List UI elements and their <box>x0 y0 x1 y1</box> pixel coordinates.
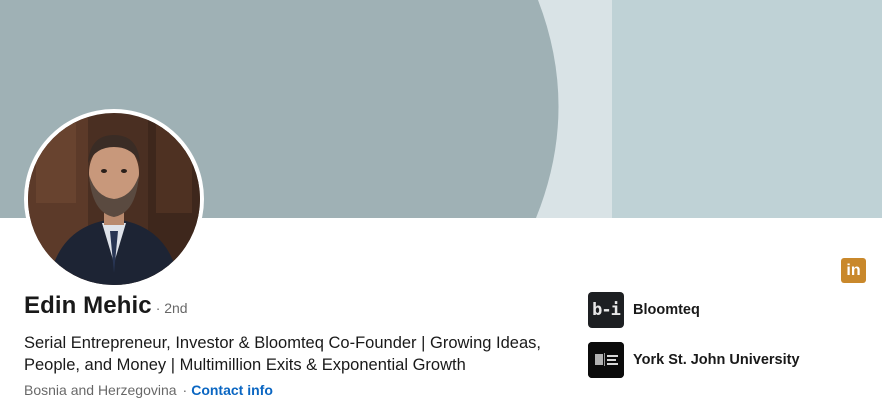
connection-degree: · 2nd <box>155 300 188 316</box>
separator-dot: · <box>182 382 188 398</box>
avatar <box>28 113 200 285</box>
name-row: Edin Mehic · 2nd <box>24 292 188 320</box>
contact-info-link[interactable]: Contact info <box>191 382 273 398</box>
org-bloomteq[interactable]: b-i Bloomteq <box>588 292 700 328</box>
org-name: York St. John University <box>633 352 800 368</box>
york-st-john-logo-mark <box>588 342 624 378</box>
bloomteq-logo: b-i <box>588 292 624 328</box>
profile-name: Edin Mehic <box>24 292 152 319</box>
york-st-john-logo <box>588 342 624 378</box>
linkedin-icon: in <box>841 258 866 283</box>
location-row: Bosnia and Herzegovina · Contact info <box>24 380 273 400</box>
org-york-st-john[interactable]: York St. John University <box>588 342 800 378</box>
profile-headline: Serial Entrepreneur, Investor & Bloomteq… <box>24 334 541 374</box>
profile-location: Bosnia and Herzegovina <box>24 382 177 398</box>
profile-photo[interactable] <box>24 109 204 289</box>
org-name: Bloomteq <box>633 302 700 318</box>
